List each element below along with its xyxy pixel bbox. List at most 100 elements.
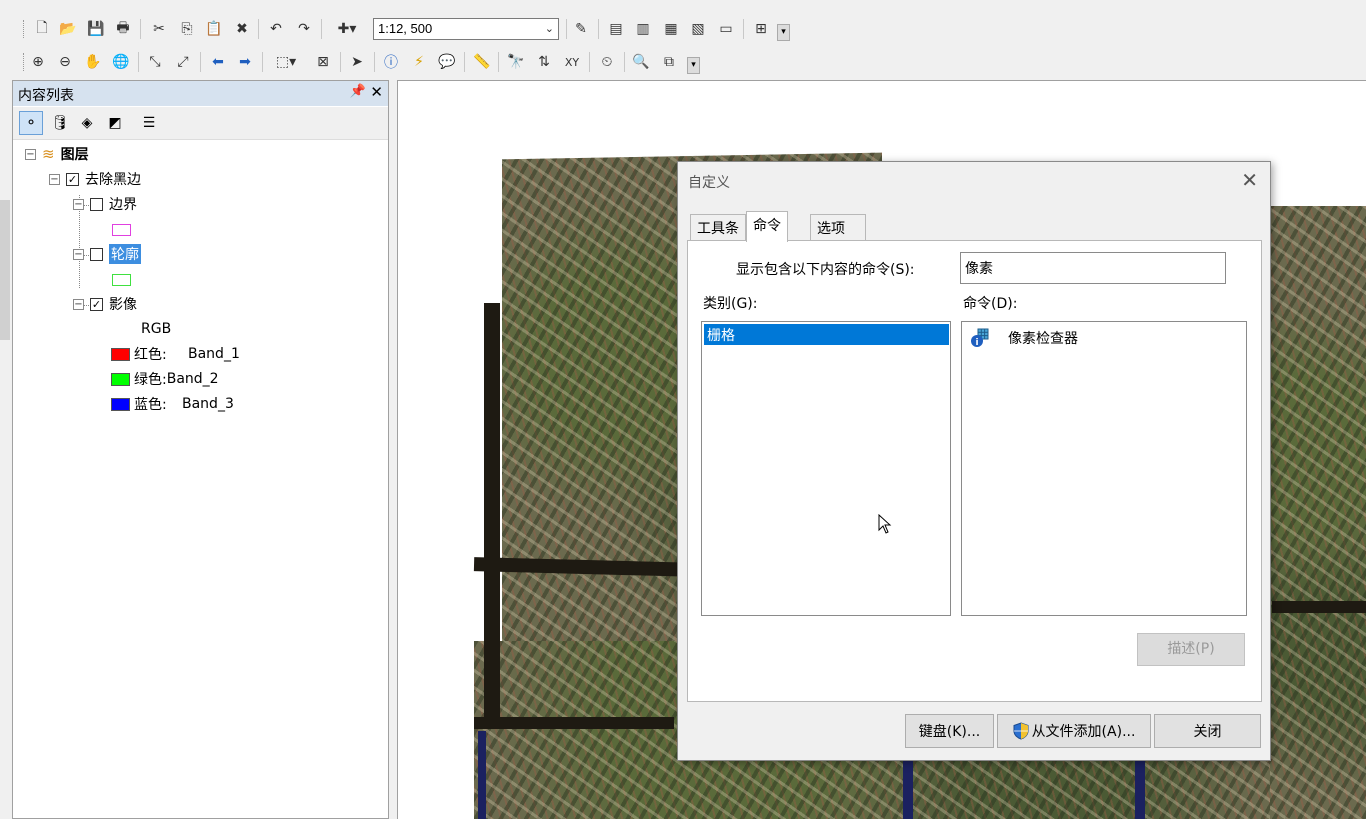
- commands-list[interactable]: i 像素检查器: [961, 321, 1247, 616]
- add-data-icon[interactable]: ✚▾: [329, 18, 365, 40]
- back-extent-icon[interactable]: ⬅: [207, 51, 229, 73]
- undo-icon[interactable]: ↶: [265, 18, 287, 40]
- identify-icon[interactable]: ⓘ: [380, 51, 402, 73]
- tab-commands[interactable]: 命令: [746, 211, 788, 242]
- toc-header: 内容列表 📌 ✕: [13, 81, 388, 106]
- categories-list[interactable]: 栅格: [701, 321, 951, 616]
- go-to-xy-icon[interactable]: XY: [561, 51, 583, 73]
- categories-label: 类别(G):: [703, 296, 758, 312]
- zoom-out-icon[interactable]: ⊖: [54, 51, 76, 73]
- tab-options[interactable]: 选项: [810, 214, 866, 241]
- list-item[interactable]: 栅格: [704, 324, 949, 345]
- toc-toolbar: ⚬ 🛢 ◈ ◩ ☰: [13, 107, 388, 140]
- toolbar-grip[interactable]: [23, 53, 26, 71]
- collapse-toggle[interactable]: −: [73, 248, 84, 260]
- list-by-visibility-icon[interactable]: ◈: [75, 111, 99, 135]
- layer-visibility-checkbox[interactable]: ✓: [90, 297, 103, 311]
- layers-icon: ≋: [42, 145, 55, 163]
- pan-icon[interactable]: ✋: [82, 51, 104, 73]
- table-of-contents-icon[interactable]: ▤: [605, 18, 627, 40]
- find-icon[interactable]: 🔭: [505, 51, 527, 73]
- customize-dialog: 自定义 ✕ 工具条 命令 选项 显示包含以下内容的命令(S): 类别(G): 命…: [677, 161, 1271, 761]
- toolbar-grip[interactable]: [23, 20, 26, 38]
- uac-shield-icon: [1013, 722, 1029, 740]
- list-by-drawing-order-icon[interactable]: ⚬: [19, 111, 43, 135]
- open-icon[interactable]: 📂: [57, 18, 79, 40]
- catalog-window-icon[interactable]: ▥: [632, 18, 654, 40]
- search-window-icon[interactable]: ▦: [660, 18, 682, 40]
- nodata-edge: [903, 761, 913, 819]
- select-elements-icon[interactable]: ➤: [346, 51, 368, 73]
- options-icon[interactable]: ☰: [137, 111, 161, 135]
- boundary-symbol-swatch[interactable]: [112, 224, 131, 236]
- select-features-icon[interactable]: ⬚▾: [268, 51, 304, 73]
- list-by-selection-icon[interactable]: ◩: [103, 111, 127, 135]
- group-visibility-checkbox[interactable]: ✓: [66, 172, 79, 186]
- paste-icon[interactable]: 📋: [203, 18, 225, 40]
- band-legend-blue[interactable]: 蓝色: Band_3: [111, 393, 234, 415]
- map-scale-combobox[interactable]: 1:12, 500 ⌄: [373, 18, 559, 40]
- describe-button[interactable]: 描述(P): [1137, 633, 1245, 666]
- delete-icon[interactable]: ✖: [231, 18, 253, 40]
- band-legend-red[interactable]: 红色: Band_1: [111, 343, 240, 365]
- toc-title: 内容列表: [18, 88, 74, 104]
- tree-root-layers[interactable]: − ≋ 图层: [25, 143, 89, 165]
- tree-layer-imagery[interactable]: − ✓ 影像: [73, 293, 137, 315]
- fixed-zoom-in-icon[interactable]: ⤡: [144, 51, 166, 73]
- band-color-label: 红色:: [134, 347, 167, 363]
- clear-selection-icon[interactable]: ⊠: [312, 51, 334, 73]
- viewer-window-icon[interactable]: ⧉: [658, 51, 680, 73]
- close-icon[interactable]: ✕: [1241, 168, 1258, 192]
- list-item[interactable]: i 像素检查器: [970, 328, 1078, 348]
- fixed-zoom-out-icon[interactable]: ⤢: [172, 51, 194, 73]
- collapse-toggle[interactable]: −: [25, 148, 36, 160]
- close-button[interactable]: 关闭: [1154, 714, 1261, 748]
- list-by-source-icon[interactable]: 🛢: [48, 111, 72, 135]
- measure-icon[interactable]: 📏: [471, 51, 493, 73]
- save-icon[interactable]: 💾: [85, 18, 107, 40]
- model-builder-icon[interactable]: ⊞: [750, 18, 772, 40]
- time-slider-icon[interactable]: ⏲: [596, 51, 618, 73]
- add-from-file-label: 从文件添加(A)...: [1031, 724, 1136, 740]
- new-document-icon[interactable]: 🗋: [31, 18, 53, 40]
- forward-extent-icon[interactable]: ➡: [234, 51, 256, 73]
- black-border-strip: [484, 303, 500, 728]
- toolbar-separator: [589, 52, 590, 72]
- collapse-toggle[interactable]: −: [49, 173, 60, 185]
- redo-icon[interactable]: ↷: [293, 18, 315, 40]
- tree-layer-boundary[interactable]: − 边界: [73, 193, 137, 215]
- chevron-down-icon[interactable]: ⌄: [545, 19, 554, 39]
- hyperlink-icon[interactable]: ⚡: [408, 51, 430, 73]
- print-icon[interactable]: 🖶: [112, 18, 134, 40]
- tab-toolbars[interactable]: 工具条: [690, 214, 746, 241]
- find-route-icon[interactable]: ⇅: [533, 51, 555, 73]
- tree-group-layer[interactable]: − ✓ 去除黑边: [49, 168, 141, 190]
- pin-icon[interactable]: 📌: [350, 84, 366, 99]
- toolbar-overflow-button[interactable]: ▾: [687, 57, 700, 74]
- zoom-in-icon[interactable]: ⊕: [27, 51, 49, 73]
- full-extent-icon[interactable]: 🌐: [110, 51, 132, 73]
- keyboard-button[interactable]: 键盘(K)...: [905, 714, 994, 748]
- band-name: Band_1: [188, 346, 240, 362]
- editor-toolbar-icon[interactable]: ✎: [570, 18, 592, 40]
- python-window-icon[interactable]: ▭: [715, 18, 737, 40]
- command-filter-input[interactable]: [960, 252, 1226, 284]
- layer-visibility-checkbox[interactable]: [90, 197, 103, 211]
- tree-layer-outline[interactable]: − 轮廓: [73, 243, 141, 265]
- aerial-image-tile: [1270, 206, 1366, 819]
- close-icon[interactable]: ✕: [370, 83, 383, 101]
- outline-symbol-swatch[interactable]: [112, 274, 131, 286]
- copy-icon[interactable]: ⎘: [176, 18, 198, 40]
- toolbar-separator: [374, 52, 375, 72]
- collapse-toggle[interactable]: −: [73, 198, 84, 210]
- cut-icon[interactable]: ✂: [148, 18, 170, 40]
- arctoolbox-icon[interactable]: ▧: [687, 18, 709, 40]
- dialog-title: 自定义: [688, 175, 730, 191]
- html-popup-icon[interactable]: 💬: [436, 51, 458, 73]
- layer-visibility-checkbox[interactable]: [90, 247, 103, 261]
- band-legend-green[interactable]: 绿色: Band_2: [111, 368, 219, 390]
- magnifier-icon[interactable]: 🔍: [630, 51, 652, 73]
- collapse-toggle[interactable]: −: [73, 298, 84, 310]
- add-from-file-button[interactable]: 从文件添加(A)...: [997, 714, 1151, 748]
- toolbar-overflow-button[interactable]: ▾: [777, 24, 790, 41]
